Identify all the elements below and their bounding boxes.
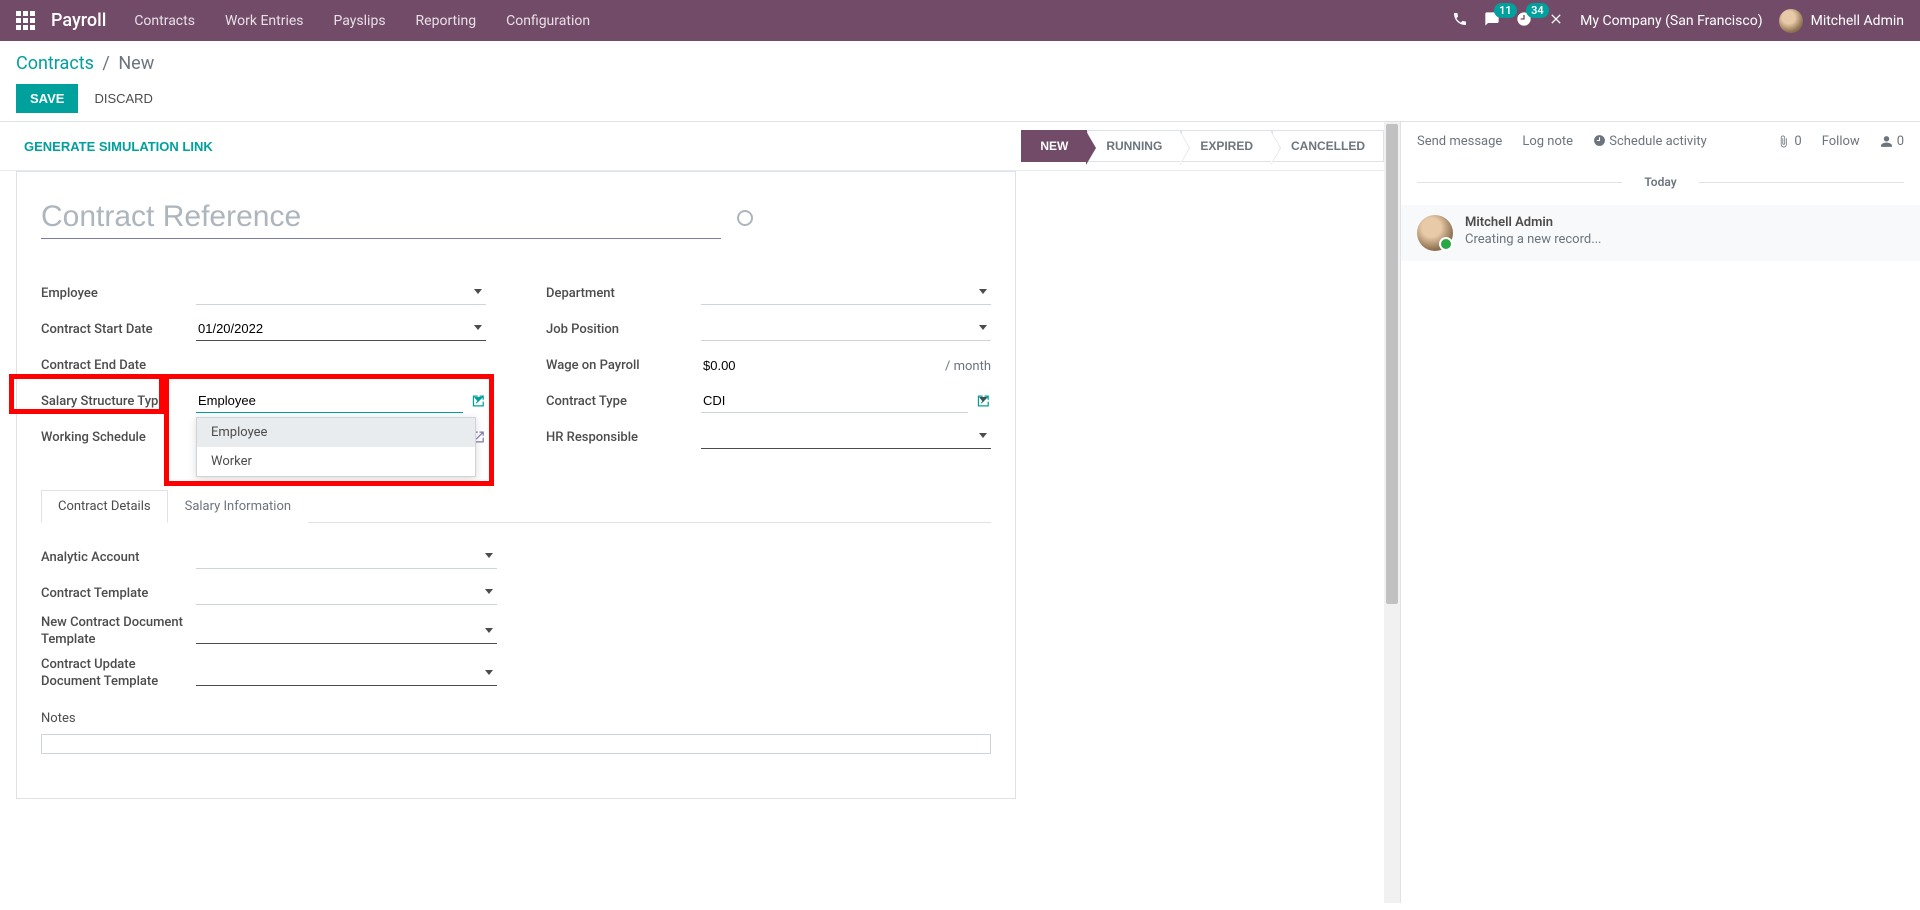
activities-icon[interactable]: 34 bbox=[1516, 11, 1532, 31]
followers-button[interactable]: 0 bbox=[1880, 134, 1904, 149]
kanban-state-icon[interactable] bbox=[737, 210, 753, 226]
user-menu[interactable]: Mitchell Admin bbox=[1779, 9, 1904, 33]
external-link-icon[interactable] bbox=[976, 393, 991, 409]
close-tray-icon[interactable] bbox=[1548, 11, 1564, 31]
label-notes: Notes bbox=[41, 711, 991, 726]
salary-structure-type-input[interactable] bbox=[196, 389, 463, 413]
label-working-schedule: Working Schedule bbox=[41, 430, 196, 445]
nav-reporting[interactable]: Reporting bbox=[416, 13, 477, 29]
breadcrumb-root[interactable]: Contracts bbox=[16, 53, 94, 74]
tab-salary-information[interactable]: Salary Information bbox=[168, 490, 308, 523]
analytic-account-input[interactable] bbox=[196, 545, 497, 569]
label-new-contract-doc: New Contract Document Template bbox=[41, 615, 196, 649]
send-message-button[interactable]: Send message bbox=[1417, 134, 1502, 149]
app-name[interactable]: Payroll bbox=[51, 10, 106, 31]
label-contract-template: Contract Template bbox=[41, 586, 196, 601]
breadcrumb-current: New bbox=[118, 53, 154, 74]
start-date-input[interactable] bbox=[196, 317, 486, 341]
messages-badge: 11 bbox=[1494, 3, 1517, 18]
tab-content: Analytic Account Contract Template New C… bbox=[41, 523, 991, 774]
notes-input[interactable] bbox=[41, 734, 991, 754]
chatter: Send message Log note Schedule activity … bbox=[1400, 122, 1920, 903]
message: Mitchell Admin Creating a new record... bbox=[1401, 205, 1920, 261]
department-input[interactable] bbox=[701, 281, 991, 305]
label-analytic-account: Analytic Account bbox=[41, 550, 196, 565]
follow-button[interactable]: Follow bbox=[1822, 134, 1860, 149]
update-contract-doc-input[interactable] bbox=[196, 662, 497, 686]
label-start-date: Contract Start Date bbox=[41, 322, 196, 337]
dropdown-option-employee[interactable]: Employee bbox=[197, 418, 475, 447]
nav-contracts[interactable]: Contracts bbox=[134, 13, 195, 29]
date-separator: Today bbox=[1417, 175, 1904, 189]
nav-right: 11 34 My Company (San Francisco) Mitchel… bbox=[1452, 9, 1904, 33]
employee-input[interactable] bbox=[196, 281, 486, 305]
apps-icon[interactable] bbox=[16, 11, 35, 30]
wage-input[interactable] bbox=[701, 354, 937, 377]
contract-template-input[interactable] bbox=[196, 581, 497, 605]
user-name: Mitchell Admin bbox=[1811, 13, 1904, 29]
form-area: GENERATE SIMULATION LINK NEW RUNNING EXP… bbox=[0, 122, 1400, 903]
statusbar: NEW RUNNING EXPIRED CANCELLED bbox=[1021, 130, 1384, 162]
tab-contract-details[interactable]: Contract Details bbox=[41, 490, 168, 523]
dropdown-option-worker[interactable]: Worker bbox=[197, 447, 475, 476]
new-contract-doc-input[interactable] bbox=[196, 620, 497, 644]
hr-responsible-input[interactable] bbox=[701, 425, 991, 449]
status-running[interactable]: RUNNING bbox=[1087, 130, 1181, 162]
schedule-activity-button[interactable]: Schedule activity bbox=[1593, 134, 1707, 149]
activities-badge: 34 bbox=[1526, 3, 1549, 18]
contract-reference-input[interactable] bbox=[41, 196, 721, 239]
nav-work-entries[interactable]: Work Entries bbox=[225, 13, 304, 29]
avatar bbox=[1779, 9, 1803, 33]
status-expired[interactable]: EXPIRED bbox=[1181, 130, 1272, 162]
label-end-date: Contract End Date bbox=[41, 358, 196, 373]
phone-icon[interactable] bbox=[1452, 11, 1468, 31]
message-body: Creating a new record... bbox=[1465, 232, 1602, 247]
discard-button[interactable]: DISCARD bbox=[86, 84, 161, 113]
wage-unit: / month bbox=[945, 359, 991, 374]
messages-icon[interactable]: 11 bbox=[1484, 11, 1500, 31]
label-employee: Employee bbox=[41, 286, 196, 301]
message-author: Mitchell Admin bbox=[1465, 215, 1602, 230]
nav-menu: Contracts Work Entries Payslips Reportin… bbox=[134, 13, 1452, 29]
breadcrumb: Contracts / New bbox=[16, 53, 1904, 74]
label-structure-type: Salary Structure Type bbox=[41, 394, 196, 409]
label-job-position: Job Position bbox=[546, 322, 701, 337]
label-contract-type: Contract Type bbox=[546, 394, 701, 409]
label-department: Department bbox=[546, 286, 701, 301]
log-note-button[interactable]: Log note bbox=[1522, 134, 1573, 149]
nav-payslips[interactable]: Payslips bbox=[334, 13, 386, 29]
external-link-icon[interactable] bbox=[471, 393, 486, 409]
label-wage: Wage on Payroll bbox=[546, 358, 701, 373]
save-button[interactable]: SAVE bbox=[16, 84, 78, 113]
top-nav: Payroll Contracts Work Entries Payslips … bbox=[0, 0, 1920, 41]
nav-configuration[interactable]: Configuration bbox=[506, 13, 590, 29]
job-position-input[interactable] bbox=[701, 317, 991, 341]
contract-type-input[interactable] bbox=[701, 389, 968, 413]
form-sheet: Employee Contract Start Date Contract En… bbox=[16, 171, 1016, 799]
tabs: Contract Details Salary Information bbox=[41, 489, 991, 523]
status-cancelled[interactable]: CANCELLED bbox=[1272, 130, 1384, 162]
label-update-contract-doc: Contract Update Document Template bbox=[41, 657, 196, 691]
attachments-button[interactable]: 0 bbox=[1777, 134, 1801, 149]
label-hr-responsible: HR Responsible bbox=[546, 430, 701, 445]
status-new[interactable]: NEW bbox=[1021, 130, 1087, 162]
message-avatar bbox=[1417, 215, 1453, 251]
control-panel: Contracts / New SAVE DISCARD bbox=[0, 41, 1920, 122]
company-selector[interactable]: My Company (San Francisco) bbox=[1580, 13, 1762, 29]
scrollbar[interactable] bbox=[1384, 122, 1400, 903]
structure-dropdown: Employee Worker bbox=[196, 417, 476, 477]
generate-simulation-link-button[interactable]: GENERATE SIMULATION LINK bbox=[16, 135, 221, 158]
